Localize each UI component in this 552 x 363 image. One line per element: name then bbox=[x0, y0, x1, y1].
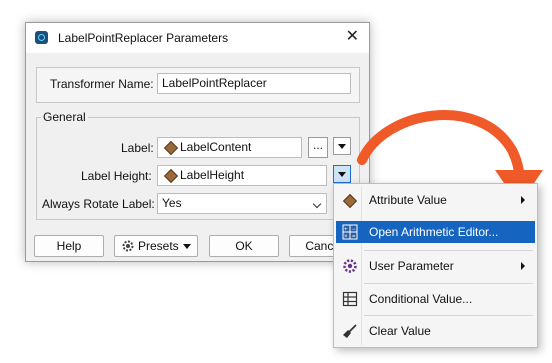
submenu-arrow-icon bbox=[521, 262, 525, 270]
context-menu: Attribute Value + − × = Open Arithmetic … bbox=[333, 183, 538, 348]
svg-text:=: = bbox=[352, 234, 356, 240]
menu-item-attribute-value[interactable]: Attribute Value bbox=[336, 189, 535, 211]
menu-item-clear-value[interactable]: Clear Value bbox=[336, 320, 535, 342]
menu-item-label: Conditional Value... bbox=[369, 292, 473, 306]
menu-item-label: User Parameter bbox=[369, 259, 454, 273]
arithmetic-editor-icon: + − × = bbox=[342, 224, 358, 240]
svg-text:−: − bbox=[352, 227, 356, 233]
menu-separator bbox=[364, 250, 533, 251]
menu-separator bbox=[364, 315, 533, 316]
menu-item-label: Open Arithmetic Editor... bbox=[369, 225, 499, 239]
svg-text:+: + bbox=[344, 227, 348, 233]
svg-text:×: × bbox=[344, 234, 348, 240]
gear-icon bbox=[343, 259, 357, 273]
menu-item-user-parameter[interactable]: User Parameter bbox=[336, 255, 535, 277]
menu-item-open-arithmetic-editor[interactable]: + − × = Open Arithmetic Editor... bbox=[336, 221, 535, 243]
menu-separator bbox=[364, 283, 533, 284]
broom-icon bbox=[343, 324, 357, 338]
menu-item-label: Clear Value bbox=[369, 324, 431, 338]
attribute-icon bbox=[342, 193, 358, 209]
menu-item-conditional-value[interactable]: Conditional Value... bbox=[336, 288, 535, 310]
menu-item-label: Attribute Value bbox=[369, 193, 447, 207]
submenu-arrow-icon bbox=[521, 196, 525, 204]
table-icon bbox=[342, 291, 358, 307]
